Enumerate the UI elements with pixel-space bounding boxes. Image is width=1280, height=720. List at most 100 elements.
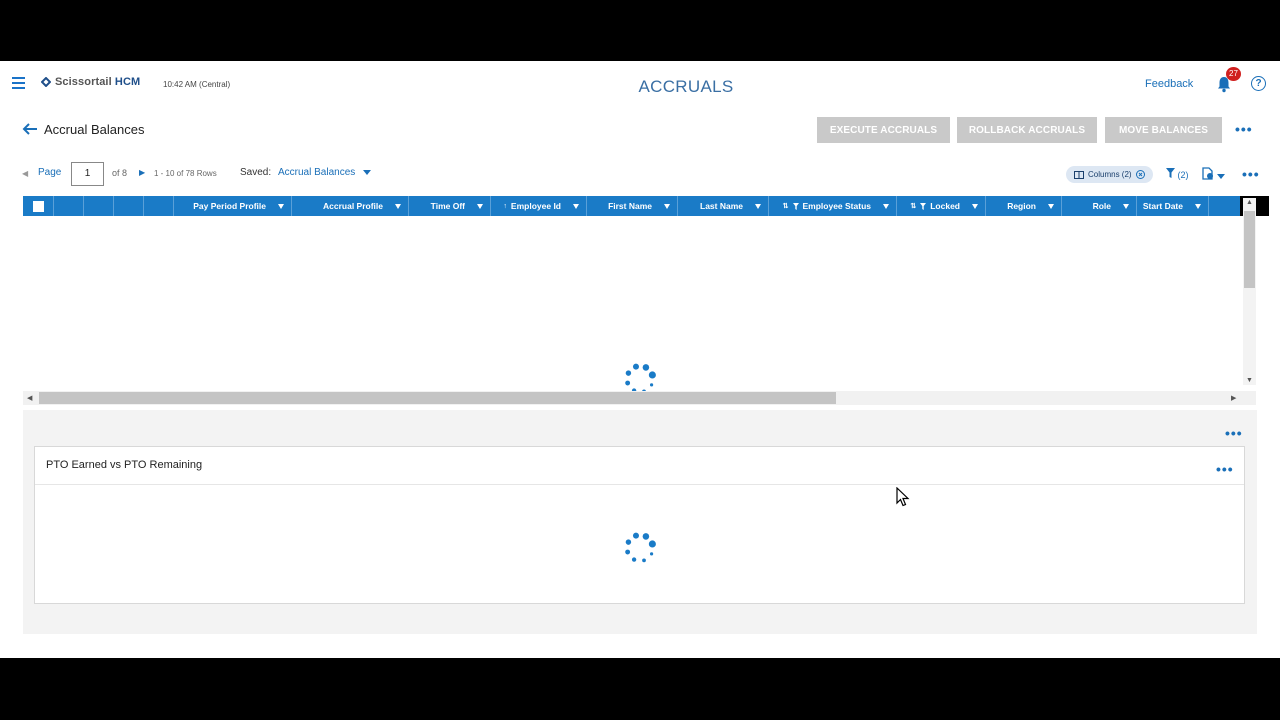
prev-page-icon[interactable]: ◀	[22, 169, 28, 178]
column-header-label: Last Name	[700, 201, 743, 211]
spinner-dot	[625, 539, 632, 545]
filter-icon	[792, 202, 799, 210]
spinner-dot	[631, 557, 637, 562]
column-menu-icon[interactable]	[1123, 203, 1129, 209]
spinner-dot	[649, 552, 654, 556]
column-menu-icon[interactable]	[573, 203, 579, 209]
columns-chip-label: Columns (2)	[1088, 170, 1132, 179]
column-header[interactable]: ↑ Employee Id	[491, 196, 587, 216]
column-header-label: Employee Status	[802, 201, 872, 211]
select-all-cell[interactable]	[23, 196, 54, 216]
feedback-link[interactable]: Feedback	[1145, 78, 1193, 90]
page-title: ACCRUALS	[638, 77, 734, 96]
column-header[interactable]: Last Name	[678, 196, 769, 216]
grid-header-spacer	[54, 196, 84, 216]
scroll-down-icon[interactable]: ▼	[1246, 377, 1253, 384]
column-header[interactable]: Role	[1062, 196, 1137, 216]
column-menu-icon[interactable]	[755, 203, 761, 209]
column-header-label: Accrual Profile	[323, 201, 383, 211]
column-header-label: Region	[1007, 201, 1036, 211]
column-header-label: Locked	[930, 201, 960, 211]
spinner-dot	[648, 371, 656, 379]
scroll-right-icon[interactable]: ▶	[1231, 394, 1236, 402]
grid-header: Pay Period Profile Accrual Profile Time Of…	[23, 196, 1240, 216]
page-count-label: of 8	[112, 168, 128, 178]
column-menu-icon[interactable]	[477, 203, 483, 209]
spinner-dot	[625, 380, 631, 386]
column-header[interactable]: Pay Period Profile	[174, 196, 292, 216]
column-menu-icon[interactable]	[395, 203, 401, 209]
vertical-scrollbar-thumb[interactable]	[1244, 211, 1255, 288]
spinner-dot	[648, 540, 656, 548]
filter-count-label: (2)	[1177, 170, 1189, 180]
column-header-label: Employee Id	[510, 201, 561, 211]
column-header-label: Start Date	[1142, 201, 1183, 211]
horizontal-scrollbar-thumb[interactable]	[39, 392, 836, 404]
rollback-accruals-button[interactable]: ROLLBACK ACCRUALS	[957, 117, 1097, 143]
spinner-dot	[642, 558, 646, 563]
card-more-icon[interactable]: •••	[1216, 462, 1234, 476]
column-header-label: Time Off	[430, 201, 465, 211]
column-menu-icon[interactable]	[1195, 203, 1201, 209]
column-header-label: First Name	[608, 201, 652, 211]
page-number-input[interactable]: 1	[71, 162, 104, 186]
column-header[interactable]: ⇅ Locked	[897, 196, 986, 216]
clear-columns-icon[interactable]	[1135, 170, 1145, 179]
column-menu-icon[interactable]	[664, 203, 670, 209]
spinner-dot	[625, 370, 632, 376]
spinner-dot	[642, 364, 650, 371]
column-header-label: Role	[1092, 201, 1111, 211]
grid-header-spacer	[114, 196, 144, 216]
panel-more-icon[interactable]: •••	[1225, 426, 1243, 440]
grid-column-headers: Pay Period Profile Accrual Profile Time Of…	[174, 196, 1209, 216]
spinner-dot	[649, 383, 654, 387]
grid-header-spacer	[84, 196, 114, 216]
column-menu-icon[interactable]	[972, 203, 978, 209]
notification-count-badge: 27	[1226, 67, 1241, 81]
spinner-dot	[625, 549, 631, 555]
spinner-dot	[632, 363, 639, 370]
sort-icon[interactable]: ⇅	[783, 202, 789, 210]
chevron-down-icon	[1216, 174, 1225, 179]
saved-view-dropdown[interactable]: Accrual Balances	[278, 167, 355, 178]
export-button[interactable]	[1202, 167, 1225, 183]
chart-loading-spinner-icon	[625, 532, 656, 563]
execute-accruals-button[interactable]: EXECUTE ACCRUALS	[817, 117, 950, 143]
section-heading: Accrual Balances	[44, 122, 145, 137]
saved-view-label: Saved:	[240, 167, 272, 178]
sort-icon[interactable]: ⇅	[910, 202, 916, 210]
scroll-left-icon[interactable]: ◀	[27, 394, 32, 402]
column-header-label: Pay Period Profile	[193, 201, 266, 211]
filter-button[interactable]: (2)	[1166, 168, 1189, 180]
column-header[interactable]: Region	[986, 196, 1062, 216]
help-icon[interactable]: ?	[1251, 76, 1266, 91]
filter-icon	[920, 202, 927, 210]
columns-chip[interactable]: Columns (2)	[1066, 166, 1153, 183]
next-page-icon[interactable]: ▶	[139, 168, 145, 177]
chart-card-title: PTO Earned vs PTO Remaining	[46, 459, 203, 471]
toolbar-more-icon[interactable]: •••	[1235, 122, 1253, 136]
app-window: Scissortail HCM 10:42 AM (Central) ACCRU…	[0, 61, 1280, 658]
spinner-dot	[642, 533, 650, 540]
card-divider	[35, 484, 1244, 485]
grid-header-spacer	[144, 196, 174, 216]
grid-more-icon[interactable]: •••	[1242, 167, 1260, 181]
column-header[interactable]: Start Date	[1137, 196, 1209, 216]
column-menu-icon[interactable]	[1048, 203, 1054, 209]
columns-icon	[1074, 170, 1084, 179]
page-label: Page	[38, 167, 62, 178]
sort-icon[interactable]: ↑	[503, 203, 507, 210]
column-header[interactable]: ⇅ Employee Status	[769, 196, 897, 216]
column-header[interactable]: Accrual Profile	[292, 196, 409, 216]
chevron-down-icon[interactable]	[363, 170, 371, 175]
export-file-icon	[1202, 167, 1213, 180]
select-all-checkbox[interactable]	[32, 200, 44, 212]
move-balances-button[interactable]: MOVE BALANCES	[1105, 117, 1222, 143]
column-menu-icon[interactable]	[883, 203, 889, 209]
column-menu-icon[interactable]	[278, 203, 284, 209]
back-arrow-icon[interactable]	[22, 122, 38, 136]
rows-count-label: 1 - 10 of 78 Rows	[154, 169, 217, 178]
scroll-up-icon[interactable]: ▲	[1246, 199, 1253, 206]
column-header[interactable]: First Name	[587, 196, 678, 216]
column-header[interactable]: Time Off	[409, 196, 491, 216]
